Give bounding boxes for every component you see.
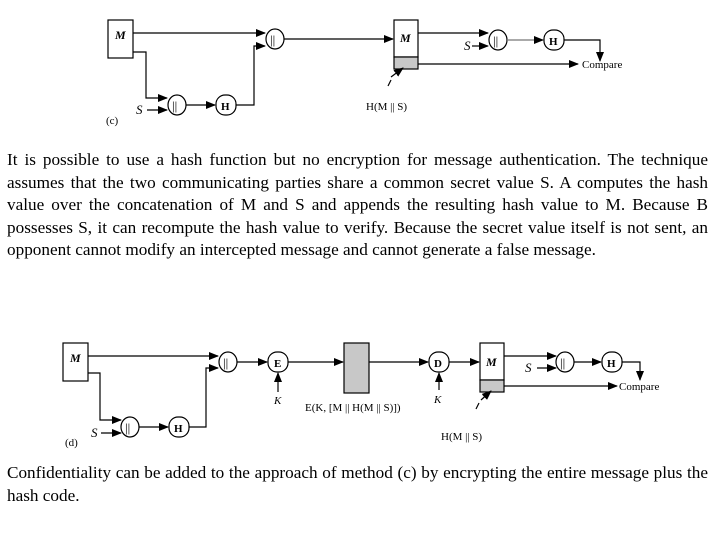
receiver-secret-label: S [464, 38, 471, 53]
received-message-label: M [485, 355, 497, 369]
receiver-hash-label: H [549, 36, 558, 48]
received-hash-block [393, 56, 419, 70]
ciphertext-block [343, 342, 370, 394]
decrypt-label: D [434, 358, 442, 370]
receiver-concat-symbol: || [493, 33, 498, 48]
arrow-label-pointer [475, 402, 480, 410]
hash-value-label: H(M || S) [441, 431, 482, 443]
diagram-d: M || || H S (d) E K E(K, [M || H(M || S)… [62, 342, 659, 449]
secret-label: S [91, 425, 98, 440]
concat-symbol: || [270, 32, 275, 47]
hash-value-label: H(M || S) [366, 101, 407, 113]
receiver-concat-symbol: || [560, 355, 565, 370]
concat-symbol: || [223, 355, 228, 370]
key-dec-label: K [433, 394, 442, 406]
received-hash-block [479, 379, 505, 393]
compare-label: Compare [582, 59, 622, 71]
hash-label: H [221, 101, 230, 113]
concat-symbol: || [172, 98, 177, 113]
arrow-label-to-block [387, 79, 392, 87]
arrow-hash-to-concat [236, 42, 266, 106]
compare-label: Compare [619, 381, 659, 393]
hash-label: H [174, 423, 183, 435]
arrow-hash-to-compare [564, 39, 604, 62]
key-enc-label: K [273, 395, 282, 407]
arrow-m-to-lower-concat [133, 51, 168, 102]
arrow-m-to-lower-concat [88, 372, 122, 424]
receiver-hash-label: H [607, 358, 616, 370]
arrow-hash-to-concat [189, 364, 219, 428]
message-label: M [114, 28, 126, 42]
paragraph-explanation-d: Confidentiality can be added to the appr… [7, 463, 708, 505]
encrypt-label: E [274, 358, 281, 370]
diagram-c: M || || H S (c) M S H || H Compare H(M |… [106, 19, 622, 127]
arrow-hash-to-compare [622, 361, 644, 381]
ciphertext-label: E(K, [M || H(M || S)]) [305, 402, 401, 414]
message-label: M [69, 351, 81, 365]
received-message-label: M [399, 31, 411, 45]
receiver-secret-label: S [525, 360, 532, 375]
figure-label: (d) [65, 437, 78, 449]
paragraph-explanation-c: It is possible to use a hash function bu… [7, 150, 708, 260]
secret-label: S [136, 102, 143, 117]
figure-label: (c) [106, 115, 119, 127]
concat-symbol: || [125, 420, 130, 435]
